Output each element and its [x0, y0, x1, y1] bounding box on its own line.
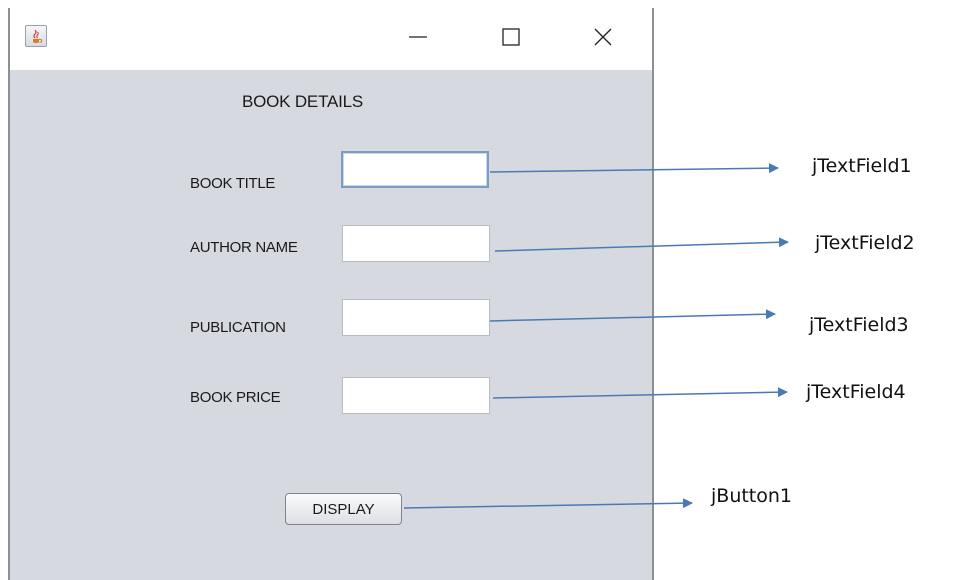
book-price-label: BOOK PRICE [190, 389, 281, 406]
annotation-jtextfield1: jTextField1 [812, 155, 912, 177]
maximize-icon [502, 28, 520, 46]
publication-field[interactable] [342, 299, 490, 336]
book-price-field[interactable] [342, 377, 490, 414]
minimize-icon [409, 36, 427, 38]
display-button[interactable]: DISPLAY [285, 493, 402, 525]
publication-label: PUBLICATION [190, 319, 286, 336]
book-title-field[interactable] [341, 151, 489, 188]
annotation-jtextfield4: jTextField4 [806, 381, 906, 403]
annotation-jbutton1: jButton1 [711, 485, 793, 507]
minimize-button[interactable] [403, 22, 433, 52]
screenshot-stage: BOOK DETAILS BOOK TITLE AUTHOR NAME PUBL… [0, 0, 957, 580]
form-heading: BOOK DETAILS [242, 92, 364, 111]
annotation-jtextfield2: jTextField2 [815, 232, 915, 254]
annotation-jtextfield3: jTextField3 [809, 314, 909, 336]
title-bar [10, 8, 652, 70]
book-title-label: BOOK TITLE [190, 175, 276, 192]
java-coffee-icon [25, 25, 47, 47]
author-name-label: AUTHOR NAME [190, 239, 298, 256]
close-icon [594, 28, 612, 46]
author-name-field[interactable] [342, 225, 490, 262]
close-button[interactable] [588, 22, 618, 52]
maximize-button[interactable] [496, 22, 526, 52]
book-details-window: BOOK DETAILS BOOK TITLE AUTHOR NAME PUBL… [8, 8, 654, 580]
